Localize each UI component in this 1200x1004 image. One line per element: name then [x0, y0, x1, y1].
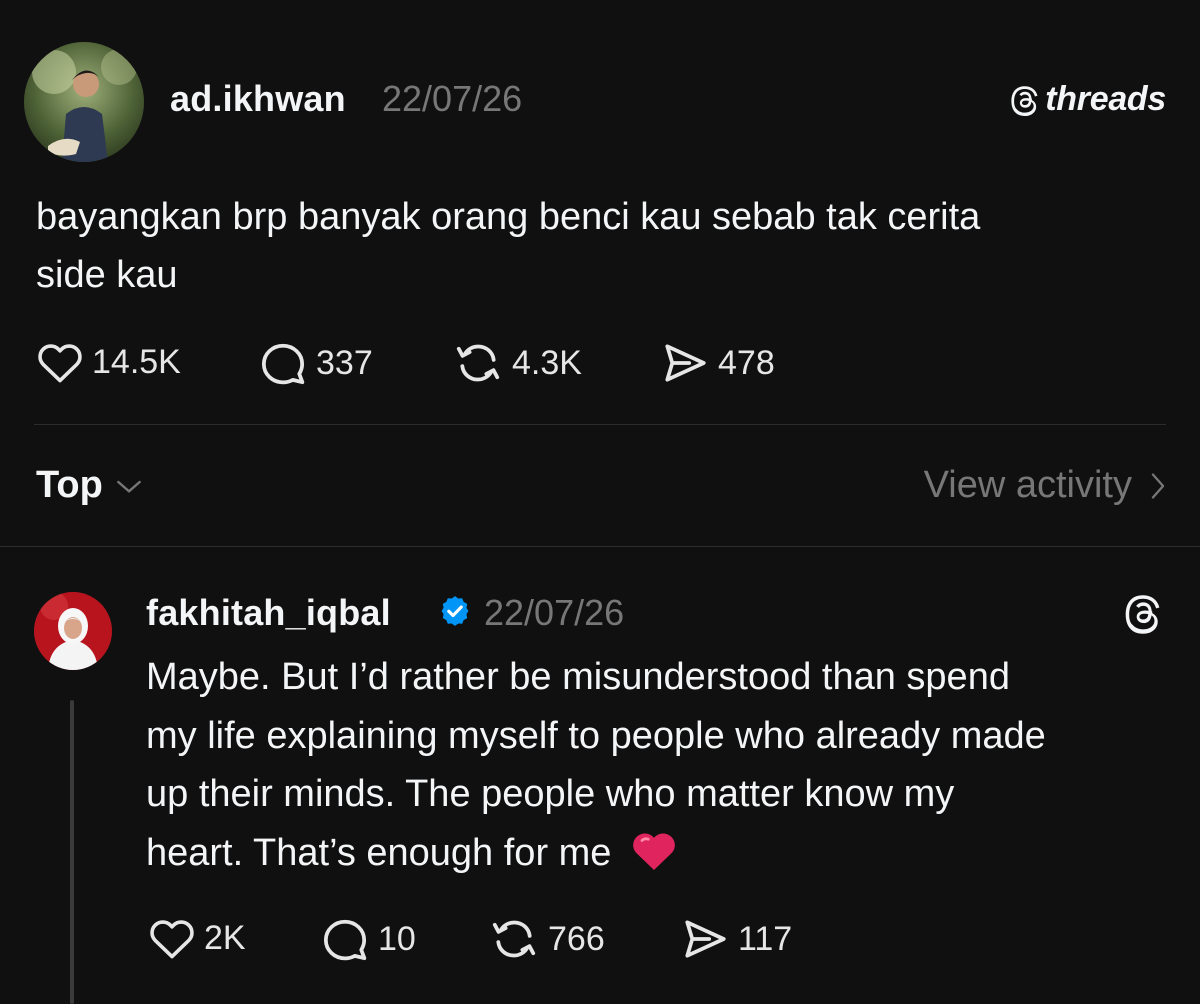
repost-icon [492, 920, 536, 958]
reply-comment-button[interactable]: 10 [320, 916, 416, 962]
post-timestamp: 22/07/26 [382, 78, 523, 119]
heart-icon [38, 344, 82, 383]
avatar-fakhitah-iqbal[interactable] [34, 592, 112, 670]
post-share-count: 478 [718, 343, 775, 382]
threads-logo-icon[interactable] [1120, 590, 1164, 636]
view-activity-label: View activity [923, 464, 1132, 506]
chevron-right-icon [1151, 472, 1165, 499]
post-body: bayangkan brp banyak orang benci kau seb… [36, 188, 1176, 304]
threads-brand-label: threads [1045, 80, 1166, 118]
sort-label: Top [36, 464, 103, 506]
send-icon [685, 920, 726, 958]
post-text-line: bayangkan brp banyak orang benci kau seb… [36, 196, 981, 238]
avatar-image [24, 42, 144, 162]
comment-bubble-icon [261, 343, 305, 385]
comment-bubble-icon [323, 919, 367, 961]
reply-repost-count: 766 [548, 919, 605, 958]
red-heart-emoji [630, 827, 678, 873]
send-icon [665, 344, 706, 382]
repost-icon [456, 344, 500, 382]
reply-share-button[interactable]: 117 [680, 916, 792, 962]
verified-badge-icon [441, 596, 469, 626]
threads-brand: threads [1007, 80, 1166, 119]
view-activity-link[interactable]: View activity [924, 464, 1166, 507]
avatar-image [34, 592, 112, 670]
post-repost-button[interactable]: 4.3K [452, 340, 582, 386]
post-divider [34, 424, 1166, 425]
chevron-down-icon [116, 480, 141, 493]
post-like-count: 14.5K [92, 342, 181, 381]
avatar-ad-ikhwan[interactable] [24, 42, 144, 162]
reply-repost-button[interactable]: 766 [488, 916, 605, 962]
sort-divider [0, 546, 1200, 547]
reply-body: Maybe. But I’d rather be misunderstood t… [146, 648, 1176, 882]
reply-text-line: heart. That’s enough for me [146, 824, 1176, 883]
post-comment-count: 337 [316, 343, 373, 382]
sort-dropdown[interactable]: Top [36, 464, 145, 507]
reply-comment-count: 10 [378, 919, 416, 958]
reply-text-last: heart. That’s enough for me [146, 831, 612, 874]
post-username[interactable]: ad.ikhwan [170, 78, 346, 120]
post-repost-count: 4.3K [512, 343, 582, 382]
reply-text-line: up their minds. The people who matter kn… [146, 773, 955, 815]
post-share-button[interactable]: 478 [660, 340, 775, 386]
heart-icon [150, 920, 194, 959]
reply-username[interactable]: fakhitah_iqbal [146, 592, 391, 634]
reply-timestamp: 22/07/26 [484, 592, 625, 633]
post-text-line: side kau [36, 254, 178, 296]
threads-logo-icon [1011, 85, 1038, 116]
reply-text-line: Maybe. But I’d rather be misunderstood t… [146, 656, 1010, 698]
reply-text-line: my life explaining myself to people who … [146, 714, 1046, 757]
reply-like-button[interactable]: 2K [148, 916, 246, 960]
post-comment-button[interactable]: 337 [258, 340, 373, 386]
red-heart-icon [633, 833, 675, 870]
reply-share-count: 117 [738, 919, 793, 958]
thread-line [70, 700, 74, 1004]
post-like-button[interactable]: 14.5K [36, 340, 181, 384]
reply-like-count: 2K [204, 918, 246, 957]
